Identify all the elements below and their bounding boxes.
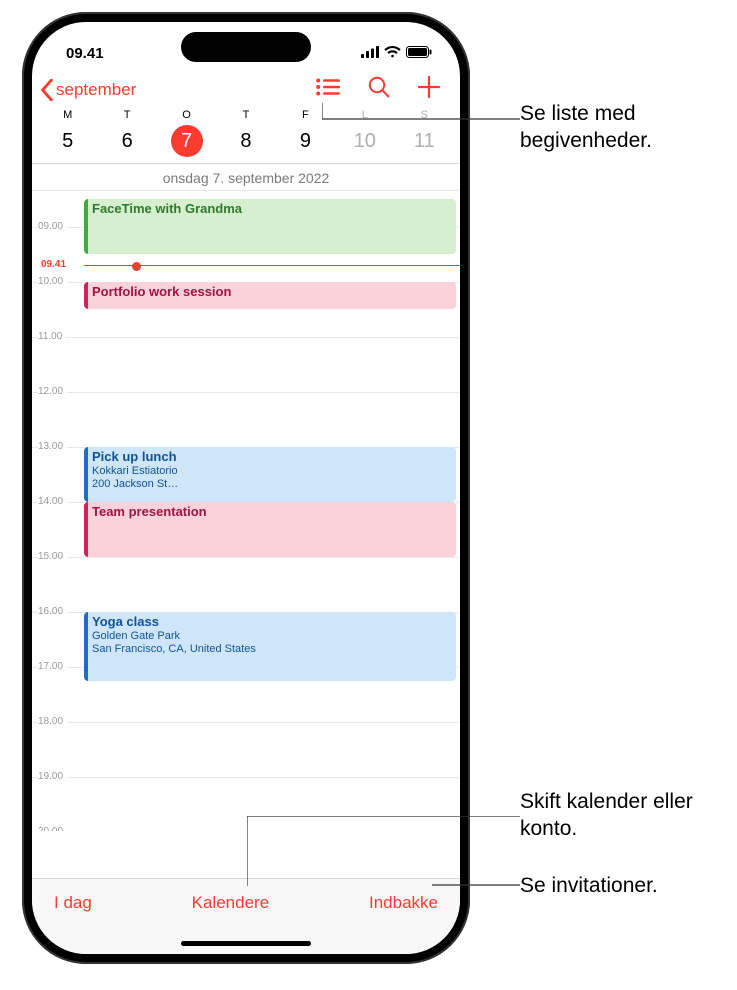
search-icon [368,76,390,98]
back-label: september [56,80,136,100]
hour-label: 13.00 [38,441,67,452]
dow-label: T [97,109,156,121]
day-number: 7 [171,125,203,157]
wifi-icon [384,45,401,62]
day-col-wed[interactable]: O 7 [157,109,216,157]
hour-label: 11.00 [38,331,66,342]
event-title: Portfolio work session [92,285,450,300]
day-number: 11 [408,125,440,157]
day-number: 5 [52,125,84,157]
hour-label: 19.00 [38,771,67,782]
hour-label: 16.00 [38,606,67,617]
day-number: 9 [289,125,321,157]
day-number: 10 [349,125,381,157]
day-number: 6 [111,125,143,157]
callout-calendars: Skift kalender eller konto. [520,788,737,843]
cellular-icon [361,45,379,62]
event-sub2: 200 Jackson St… [92,478,450,491]
status-icons [361,45,432,62]
hour-label: 20.00 [38,826,67,831]
event-sub1: Golden Gate Park [92,630,450,643]
add-button[interactable] [418,76,440,103]
home-indicator [181,941,311,946]
now-label: 09.41 [38,259,69,270]
bottom-toolbar: I dag Kalendere Indbakke [32,878,460,954]
event-yoga[interactable]: Yoga class Golden Gate Park San Francisc… [84,612,456,681]
dow-label: T [216,109,275,121]
day-col-thu[interactable]: T 8 [216,109,275,157]
event-facetime[interactable]: FaceTime with Grandma [84,199,456,254]
callout-inbox: Se invitationer. [520,872,658,899]
event-title: Pick up lunch [92,450,450,465]
chevron-left-icon [40,79,54,101]
event-portfolio[interactable]: Portfolio work session [84,282,456,309]
timeline[interactable]: 09.00 10.00 11.00 12.00 13.00 14.00 15.0… [32,191,460,831]
hour-label: 09.00 [38,221,67,232]
hour-label: 18.00 [38,716,67,727]
calendars-button[interactable]: Kalendere [192,893,270,913]
event-sub2: San Francisco, CA, United States [92,643,450,656]
dow-label: M [38,109,97,121]
inbox-button[interactable]: Indbakke [369,893,438,913]
back-button[interactable]: september [40,79,136,101]
status-time: 09.41 [66,45,104,62]
hour-label: 10.00 [38,276,67,287]
date-header: onsdag 7. september 2022 [32,164,460,191]
event-title: Yoga class [92,615,450,630]
battery-icon [406,45,432,62]
event-sub1: Kokkari Estiatorio [92,465,450,478]
hour-label: 12.00 [38,386,67,397]
plus-icon [418,76,440,98]
day-col-mon[interactable]: M 5 [38,109,97,157]
event-title: FaceTime with Grandma [92,202,450,217]
dow-label: O [157,109,216,121]
event-team[interactable]: Team presentation [84,502,456,557]
screen: 09.41 september [32,22,460,954]
today-button[interactable]: I dag [54,893,92,913]
list-icon [316,78,340,96]
event-title: Team presentation [92,505,450,520]
day-col-tue[interactable]: T 6 [97,109,156,157]
callout-list: Se liste med begivenheder. [520,100,737,155]
search-button[interactable] [368,76,390,103]
day-number: 8 [230,125,262,157]
event-lunch[interactable]: Pick up lunch Kokkari Estiatorio 200 Jac… [84,447,456,502]
notch [181,32,311,62]
now-indicator: 09.41 [84,265,460,266]
hour-label: 14.00 [38,496,67,507]
list-button[interactable] [316,78,340,101]
hour-label: 15.00 [38,551,67,562]
hour-label: 17.00 [38,661,67,672]
